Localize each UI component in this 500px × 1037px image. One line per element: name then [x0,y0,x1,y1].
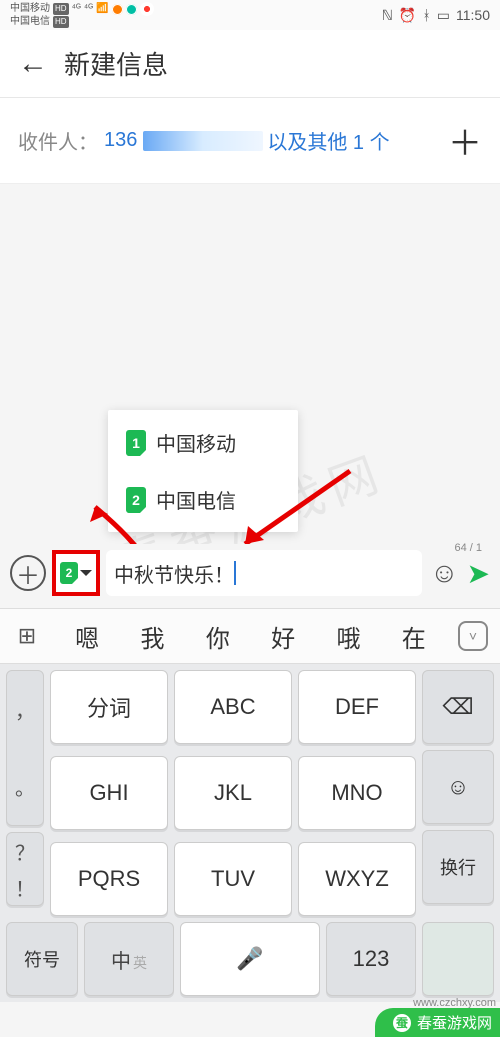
key-symbols[interactable]: 符号 [6,922,78,996]
add-recipient-button[interactable]: ＋ [448,116,482,165]
suggestion-4[interactable]: 好 [250,609,315,663]
suggestion-6[interactable]: 在 [381,609,446,663]
recipient-other: 以及其他 1 个 [267,126,389,155]
key-def[interactable]: DEF [298,670,416,744]
page-title: 新建信息 [64,45,168,82]
carrier-2: 中国电信 [10,16,50,28]
text-cursor [234,561,236,585]
header: ← 新建信息 [0,30,500,98]
key-123[interactable]: 123 [326,922,416,996]
compose-row: 64 / 1 ＋ 2 中秋节快乐！ ☺ ➤ [0,544,500,608]
key-enter[interactable]: 换行 [422,830,494,904]
key-jkl[interactable]: JKL [174,756,292,830]
attach-button[interactable]: ＋ [10,555,46,591]
recipient-row[interactable]: 收件人： 136 以及其他 1 个 ＋ [0,98,500,184]
emoji-button[interactable]: ☺ [430,557,459,589]
brand-icon: 蚕 [393,1014,411,1032]
clock: 11:50 [456,7,490,23]
message-text: 中秋节快乐！ [114,559,234,588]
mic-icon: 🎤 [236,946,263,972]
carrier-1: 中国移动 [10,3,50,15]
backspace-icon: ⌫ [442,694,473,720]
signal-4g-2: ⁴ᴳ [84,3,93,15]
recipient-redacted [143,131,263,151]
keyboard: ， 。 ？ ！ 分词 ABC DEF GHI JKL MNO PQRS TUV [0,664,500,1002]
battery-icon: ▭ [437,7,450,24]
suggestion-3[interactable]: 你 [185,609,250,663]
char-counter: 64 / 1 [454,542,482,554]
back-button[interactable]: ← [18,47,64,81]
suggestion-1[interactable]: 嗯 [54,609,119,663]
key-tuv[interactable]: TUV [174,842,292,916]
status-bar: 中国移动 HD ⁴ᴳ ⁴ᴳ 📶 中国电信 HD ℕ ⏰ ᚼ ▭ 11:50 [0,0,500,30]
key-mno[interactable]: MNO [298,756,416,830]
sim-option-1[interactable]: 1 中国移动 [108,414,298,471]
sim-select-button[interactable]: 2 [52,550,100,596]
punct-column[interactable]: ， 。 [6,670,44,826]
key-space[interactable]: 🎤 [180,922,320,996]
send-button[interactable]: ➤ [467,557,490,590]
suggestion-bar: ⊞ 嗯 我 你 好 哦 在 ˅ [0,608,500,664]
key-abc[interactable]: ABC [174,670,292,744]
sim-badge-2: 2 [126,487,146,513]
key-fenci[interactable]: 分词 [50,670,168,744]
keyboard-toggle[interactable]: ˅ [446,609,500,663]
wifi-icon: 📶 [96,3,108,15]
signal-4g-1: ⁴ᴳ [72,3,81,15]
punct-column-2[interactable]: ？ ！ [6,832,44,906]
suggestion-2[interactable]: 我 [119,609,184,663]
sim-current-badge: 2 [60,562,78,584]
message-body-area: 春蚕游戏网 1 中国移动 2 中国电信 [0,184,500,544]
message-input[interactable]: 中秋节快乐！ [106,550,422,596]
bluetooth-icon: ᚼ [422,7,430,23]
sim-selector-popup: 1 中国移动 2 中国电信 [108,410,298,532]
sim-badge-1: 1 [126,430,146,456]
key-pqrs[interactable]: PQRS [50,842,168,916]
huawei-icon [140,2,154,16]
emoji-icon: ☺ [447,774,469,800]
hd-badge: HD [53,3,69,15]
sim-name-1: 中国移动 [156,428,236,457]
sim-option-2[interactable]: 2 中国电信 [108,471,298,528]
key-enter-bottom[interactable] [422,922,494,996]
key-emoji[interactable]: ☺ [422,750,494,824]
sim-name-2: 中国电信 [156,485,236,514]
recipient-number: 136 [104,129,137,152]
hd-badge-2: HD [53,16,69,28]
recipient-label: 收件人： [18,126,98,155]
key-backspace[interactable]: ⌫ [422,670,494,744]
dropdown-icon [80,570,92,582]
suggestion-5[interactable]: 哦 [315,609,380,663]
key-language[interactable]: 中英 [84,922,174,996]
key-ghi[interactable]: GHI [50,756,168,830]
nfc-icon: ℕ [382,7,393,24]
alarm-icon: ⏰ [399,7,416,24]
app-grid-icon[interactable]: ⊞ [0,609,54,663]
notification-dot-teal [126,4,137,15]
brand-tag: 蚕 春蚕游戏网 [375,1008,500,1037]
key-wxyz[interactable]: WXYZ [298,842,416,916]
notification-dot-orange [112,4,123,15]
